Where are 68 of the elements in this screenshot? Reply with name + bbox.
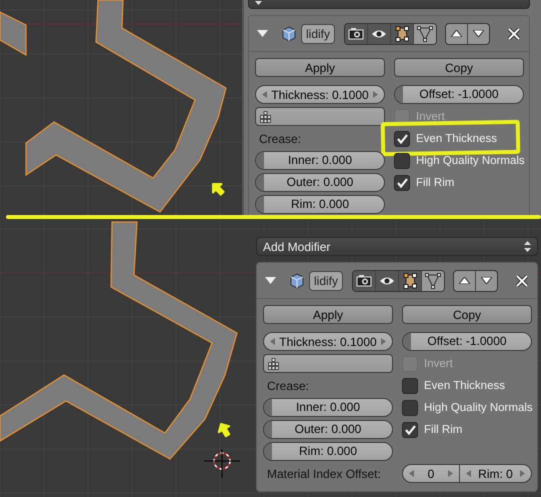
checkbox-label: Invert (416, 110, 445, 122)
cube-icon (290, 272, 304, 288)
add-modifier-dropdown[interactable]: Add Modifier (256, 237, 538, 256)
inner-crease-slider[interactable]: Inner: 0.000 (255, 151, 385, 170)
eye-icon (371, 28, 388, 38)
checkbox-label: Even Thickness (416, 132, 497, 144)
apply-button[interactable]: Apply (255, 58, 385, 77)
visibility-toggle[interactable] (353, 270, 376, 290)
checkmark-icon (396, 178, 408, 188)
outer-crease-slider[interactable]: Outer: 0.000 (255, 173, 385, 192)
visibility-toggle[interactable] (391, 24, 414, 44)
crease-label: Crease: (266, 378, 310, 394)
visibility-toggle[interactable] (414, 24, 436, 44)
checkbox-label: Fill Rim (416, 176, 454, 188)
checkbox[interactable] (402, 378, 418, 394)
triangle-vertices-icon (417, 26, 434, 42)
checkbox-label: Fill Rim (424, 424, 462, 436)
collapse-triangle-icon[interactable] (265, 277, 276, 284)
checkbox-label: Invert (424, 358, 453, 370)
visibility-toggle[interactable] (422, 270, 444, 290)
checkbox-label: High Quality Normals (424, 402, 533, 414)
visibility-toggle[interactable] (345, 24, 368, 44)
eye-icon (379, 276, 396, 286)
vertex-group-icon (268, 358, 279, 370)
collapse-triangle-icon[interactable] (257, 30, 268, 37)
vertex-group-field[interactable] (255, 107, 385, 126)
inner-crease-slider[interactable]: Inner: 0.000 (263, 398, 393, 417)
edit-vertices-icon (395, 26, 410, 42)
vertex-group-icon (260, 110, 271, 122)
material-index-label: Material Index Offset: (266, 466, 382, 482)
copy-button[interactable]: Copy (402, 305, 532, 324)
visibility-toggle[interactable] (368, 24, 392, 44)
checkbox[interactable] (402, 400, 418, 416)
dropdown-label: Add Modifier (263, 240, 330, 254)
checkmark-icon (404, 424, 416, 434)
up-triangle-icon (451, 30, 462, 37)
checkbox[interactable] (394, 130, 410, 146)
close-icon[interactable] (516, 274, 528, 286)
visibility-toggle[interactable] (399, 270, 422, 290)
offset-slider[interactable]: Offset: -1.0000 (402, 332, 532, 351)
crosshair-cursor-icon (204, 448, 240, 478)
crease-label: Crease: (258, 130, 302, 148)
up-down-arrows-icon (524, 241, 531, 252)
checkbox[interactable] (402, 422, 418, 438)
close-icon[interactable] (508, 28, 520, 40)
checkmark-icon (396, 134, 408, 144)
down-triangle-icon (473, 30, 484, 37)
outer-crease-slider[interactable]: Outer: 0.000 (263, 420, 393, 439)
triangle-vertices-icon (425, 272, 442, 288)
edit-vertices-icon (403, 272, 418, 288)
down-triangle-icon (481, 277, 492, 284)
apply-button[interactable]: Apply (263, 305, 393, 324)
rim-crease-slider[interactable]: Rim: 0.000 (263, 442, 393, 461)
camera-icon (356, 274, 372, 287)
camera-icon (348, 27, 364, 40)
checkbox[interactable] (394, 174, 410, 190)
checkbox-label: Even Thickness (424, 380, 505, 392)
rim-crease-slider[interactable]: Rim: 0.000 (255, 195, 385, 214)
vertex-group-field[interactable] (263, 354, 393, 373)
copy-button[interactable]: Copy (394, 58, 524, 77)
modifier-name-field[interactable]: lidify (301, 24, 336, 44)
cube-icon (282, 26, 296, 42)
checkbox-label: High Quality Normals (416, 154, 525, 166)
up-triangle-icon (459, 277, 470, 284)
visibility-toggle[interactable] (376, 270, 400, 290)
checkbox[interactable] (394, 152, 410, 168)
offset-slider[interactable]: Offset: -1.0000 (394, 85, 524, 104)
modifier-name-field[interactable]: lidify (309, 270, 344, 290)
